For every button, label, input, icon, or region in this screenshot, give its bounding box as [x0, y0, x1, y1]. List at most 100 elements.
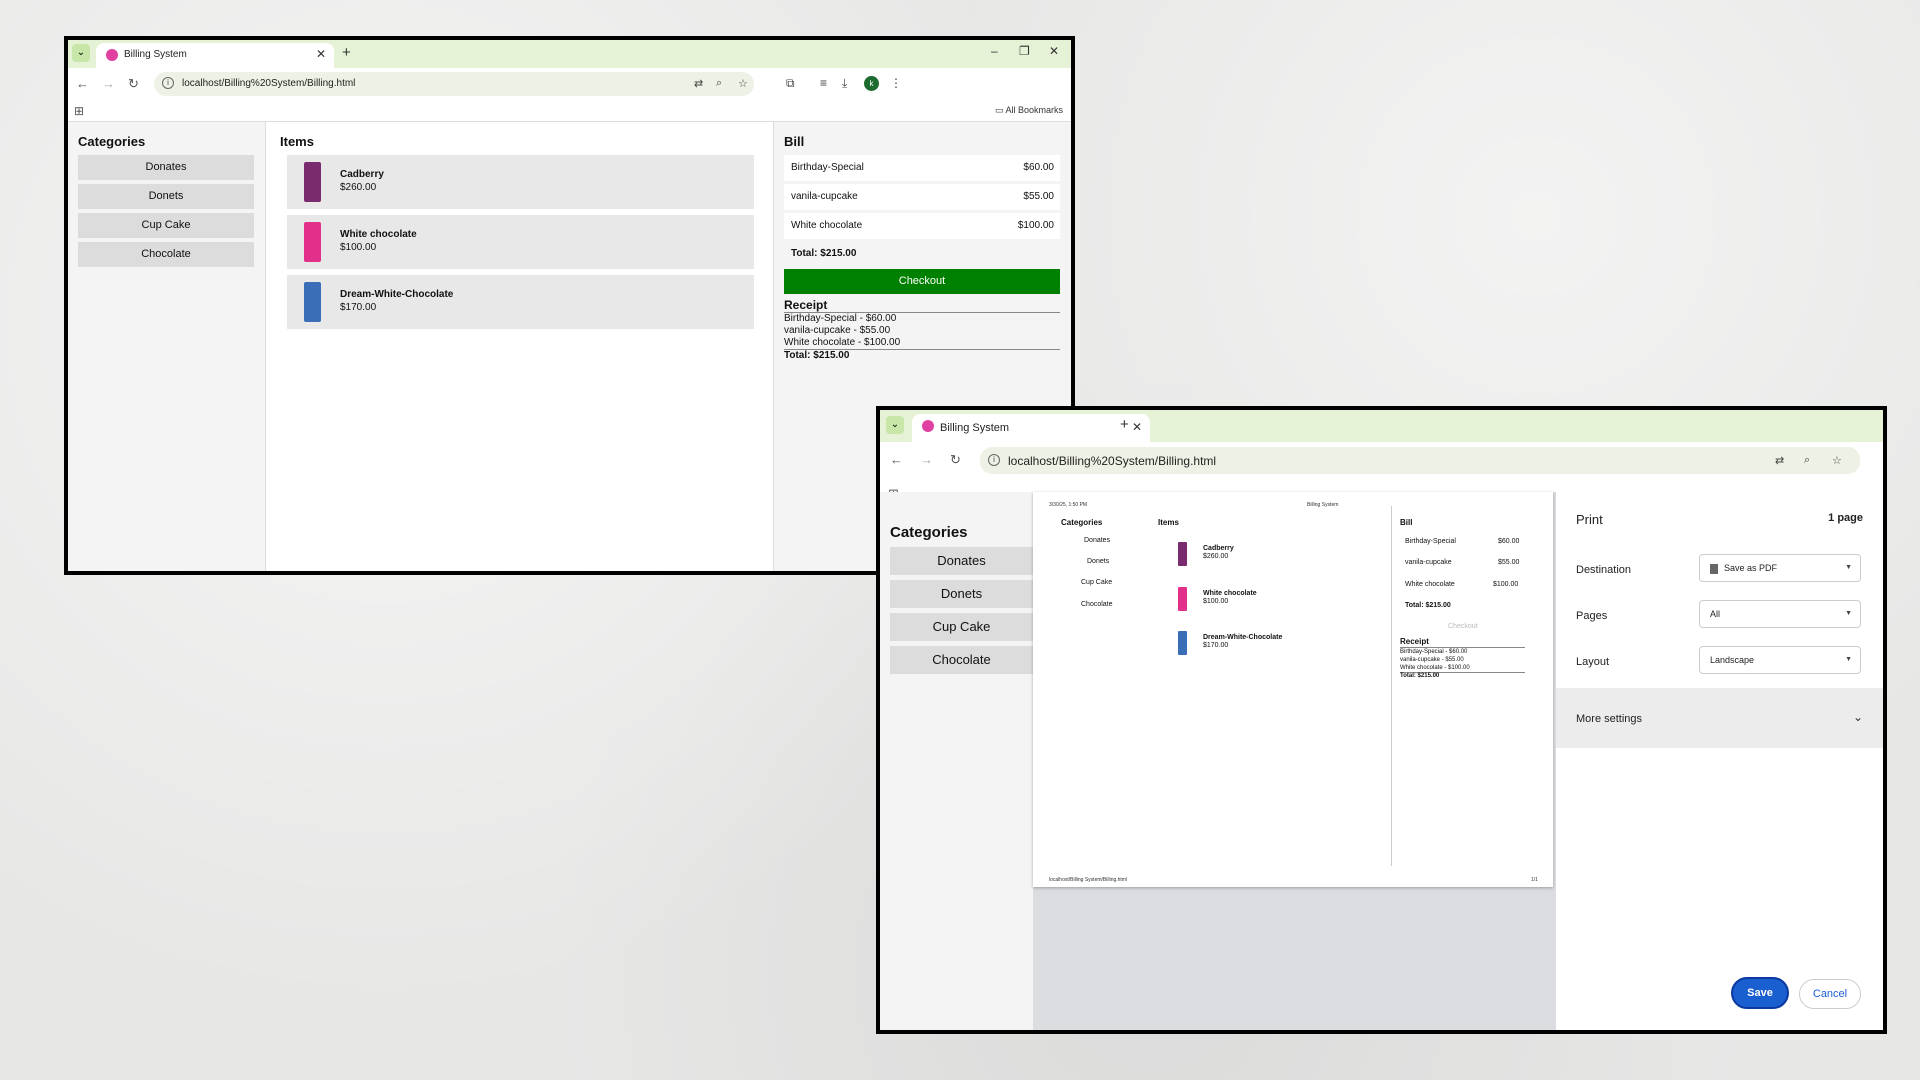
category-button[interactable]: Cup Cake [890, 613, 1033, 641]
item-card[interactable]: White chocolate $100.00 [287, 215, 754, 269]
download-icon[interactable]: ⤓ [842, 76, 847, 91]
pages-value: All [1710, 609, 1721, 619]
layout-select[interactable]: Landscape ▼ [1699, 646, 1861, 674]
checkout-button[interactable]: Checkout [784, 269, 1060, 294]
print-overlay: Categories Donates Donets Cup Cake Choco… [880, 492, 1883, 1030]
site-info-icon[interactable]: i [162, 77, 174, 89]
preview-footer-url: localhost/Billing System/Billing.html [1049, 877, 1128, 883]
new-tab-icon[interactable]: + [342, 44, 351, 61]
browser-toolbar: ← → ↻ i localhost/Billing%20System/Billi… [880, 442, 1883, 478]
reload-icon[interactable]: ↻ [128, 76, 139, 92]
apps-grid-icon[interactable]: ⊞ [74, 104, 84, 118]
menu-icon[interactable]: ⋮ [890, 76, 902, 90]
chocolate-image [1178, 542, 1187, 566]
preview-item-price: $170.00 [1203, 642, 1229, 649]
destination-select[interactable]: Save as PDF ▼ [1699, 554, 1861, 582]
receipt-line: White chocolate - $100.00 [784, 337, 901, 348]
url-text: localhost/Billing%20System/Billing.html [182, 78, 356, 89]
pages-label: Pages [1576, 610, 1608, 622]
forward-icon[interactable]: → [102, 76, 115, 91]
preview-bill-heading: Bill [1400, 518, 1413, 527]
bill-row: Birthday-Special $60.00 [784, 155, 1060, 181]
bill-item-name: Birthday-Special [791, 162, 864, 173]
translate-icon[interactable]: ⇄ [694, 77, 703, 90]
media-icon[interactable]: ≡ [820, 76, 827, 90]
chocolate-image [1178, 587, 1187, 611]
dropdown-caret-icon: ▼ [1845, 656, 1852, 663]
back-icon[interactable]: ← [890, 452, 903, 467]
url-text: localhost/Billing%20System/Billing.html [1008, 454, 1217, 468]
tab-search-icon[interactable]: ⌄ [72, 44, 90, 62]
preview-item-name: Cadberry [1203, 545, 1234, 552]
bookmark-star-icon[interactable]: ☆ [1832, 454, 1842, 467]
receipt-total: Total: $215.00 [784, 350, 850, 361]
extensions-icon[interactable]: ⧉ [786, 76, 795, 91]
page-count: 1 page [1828, 512, 1863, 524]
destination-label: Destination [1576, 564, 1632, 576]
preview-item-price: $100.00 [1203, 598, 1229, 605]
preview-receipt-line: White chocolate - $100.00 [1400, 665, 1470, 671]
all-bookmarks[interactable]: ▭ All Bookmarks [995, 105, 1063, 116]
close-window-icon[interactable]: ✕ [1049, 44, 1059, 58]
preview-category: Donates [1084, 537, 1111, 544]
category-button[interactable]: Donates [78, 155, 254, 180]
minimize-icon[interactable]: – [991, 44, 998, 58]
cancel-button[interactable]: Cancel [1799, 979, 1861, 1009]
destination-value: Save as PDF [1724, 563, 1778, 573]
tab-strip: ⌄ Billing System ✕ + – ❐ ✕ [68, 40, 1071, 68]
item-price: $100.00 [340, 242, 377, 253]
layout-label: Layout [1576, 656, 1610, 668]
translate-icon[interactable]: ⇄ [1775, 454, 1784, 467]
item-name: Cadberry [340, 169, 384, 180]
print-preview-area: 3/30/25, 1:50 PM Billing System Categori… [1033, 492, 1556, 1030]
address-bar[interactable]: i localhost/Billing%20System/Billing.htm… [980, 447, 1860, 474]
bill-total: Total: $215.00 [791, 248, 857, 259]
site-info-icon[interactable]: i [988, 454, 1000, 466]
preview-bill-price: $55.00 [1498, 559, 1520, 566]
pages-select[interactable]: All ▼ [1699, 600, 1861, 628]
tab-title: Billing System [124, 49, 187, 60]
browser-tab[interactable]: Billing System ✕ [96, 43, 334, 68]
preview-receipt-total: Total: $215.00 [1400, 673, 1440, 679]
tab-search-icon[interactable]: ⌄ [886, 416, 904, 434]
forward-icon[interactable]: → [920, 452, 933, 467]
close-tab-icon[interactable]: ✕ [316, 47, 326, 61]
category-button[interactable]: Chocolate [890, 646, 1033, 674]
more-settings-toggle[interactable]: More settings ⌄ [1556, 688, 1883, 748]
item-card[interactable]: Cadberry $260.00 [287, 155, 754, 209]
close-tab-icon[interactable]: ✕ [1132, 420, 1142, 434]
category-button[interactable]: Donets [890, 580, 1033, 608]
preview-title: Billing System [1307, 502, 1339, 508]
receipt-line: vanila-cupcake - $55.00 [784, 325, 891, 336]
browser-window-print: ⌄ Billing System ✕ + ← → ↻ i localhost/B… [876, 406, 1887, 1034]
save-button[interactable]: Save [1731, 977, 1789, 1009]
more-settings-label: More settings [1576, 713, 1643, 725]
bookmark-star-icon[interactable]: ☆ [738, 77, 748, 90]
back-icon[interactable]: ← [76, 76, 89, 91]
category-button[interactable]: Cup Cake [78, 213, 254, 238]
profile-avatar[interactable]: k [864, 76, 879, 91]
zoom-icon[interactable]: ⌕ [1804, 454, 1810, 467]
preview-items-heading: Items [1158, 518, 1179, 527]
items-panel: Items Cadberry $260.00 White chocolate $… [266, 122, 774, 571]
bill-row: White chocolate $100.00 [784, 213, 1060, 239]
divider [1391, 506, 1392, 866]
category-button[interactable]: Chocolate [78, 242, 254, 267]
zoom-icon[interactable]: ⌕ [716, 77, 722, 90]
print-dialog: Print 1 page Destination Save as PDF ▼ P… [1556, 492, 1883, 1030]
category-button[interactable]: Donets [78, 184, 254, 209]
reload-icon[interactable]: ↻ [950, 452, 961, 468]
item-price: $260.00 [340, 182, 377, 193]
new-tab-icon[interactable]: + [1120, 416, 1129, 433]
restore-icon[interactable]: ❐ [1019, 44, 1030, 58]
categories-panel: Categories Donates Donets Cup Cake Choco… [880, 492, 1033, 1030]
chocolate-image [304, 162, 321, 202]
preview-bill-price: $60.00 [1498, 538, 1520, 545]
dropdown-caret-icon: ▼ [1845, 564, 1852, 571]
item-card[interactable]: Dream-White-Chocolate $170.00 [287, 275, 754, 329]
address-bar[interactable]: i localhost/Billing%20System/Billing.htm… [154, 72, 754, 96]
category-button[interactable]: Donates [890, 547, 1033, 575]
preview-bill-name: Birthday-Special [1405, 538, 1456, 545]
preview-receipt-heading: Receipt [1400, 637, 1429, 646]
browser-tab[interactable]: Billing System ✕ [912, 414, 1150, 442]
